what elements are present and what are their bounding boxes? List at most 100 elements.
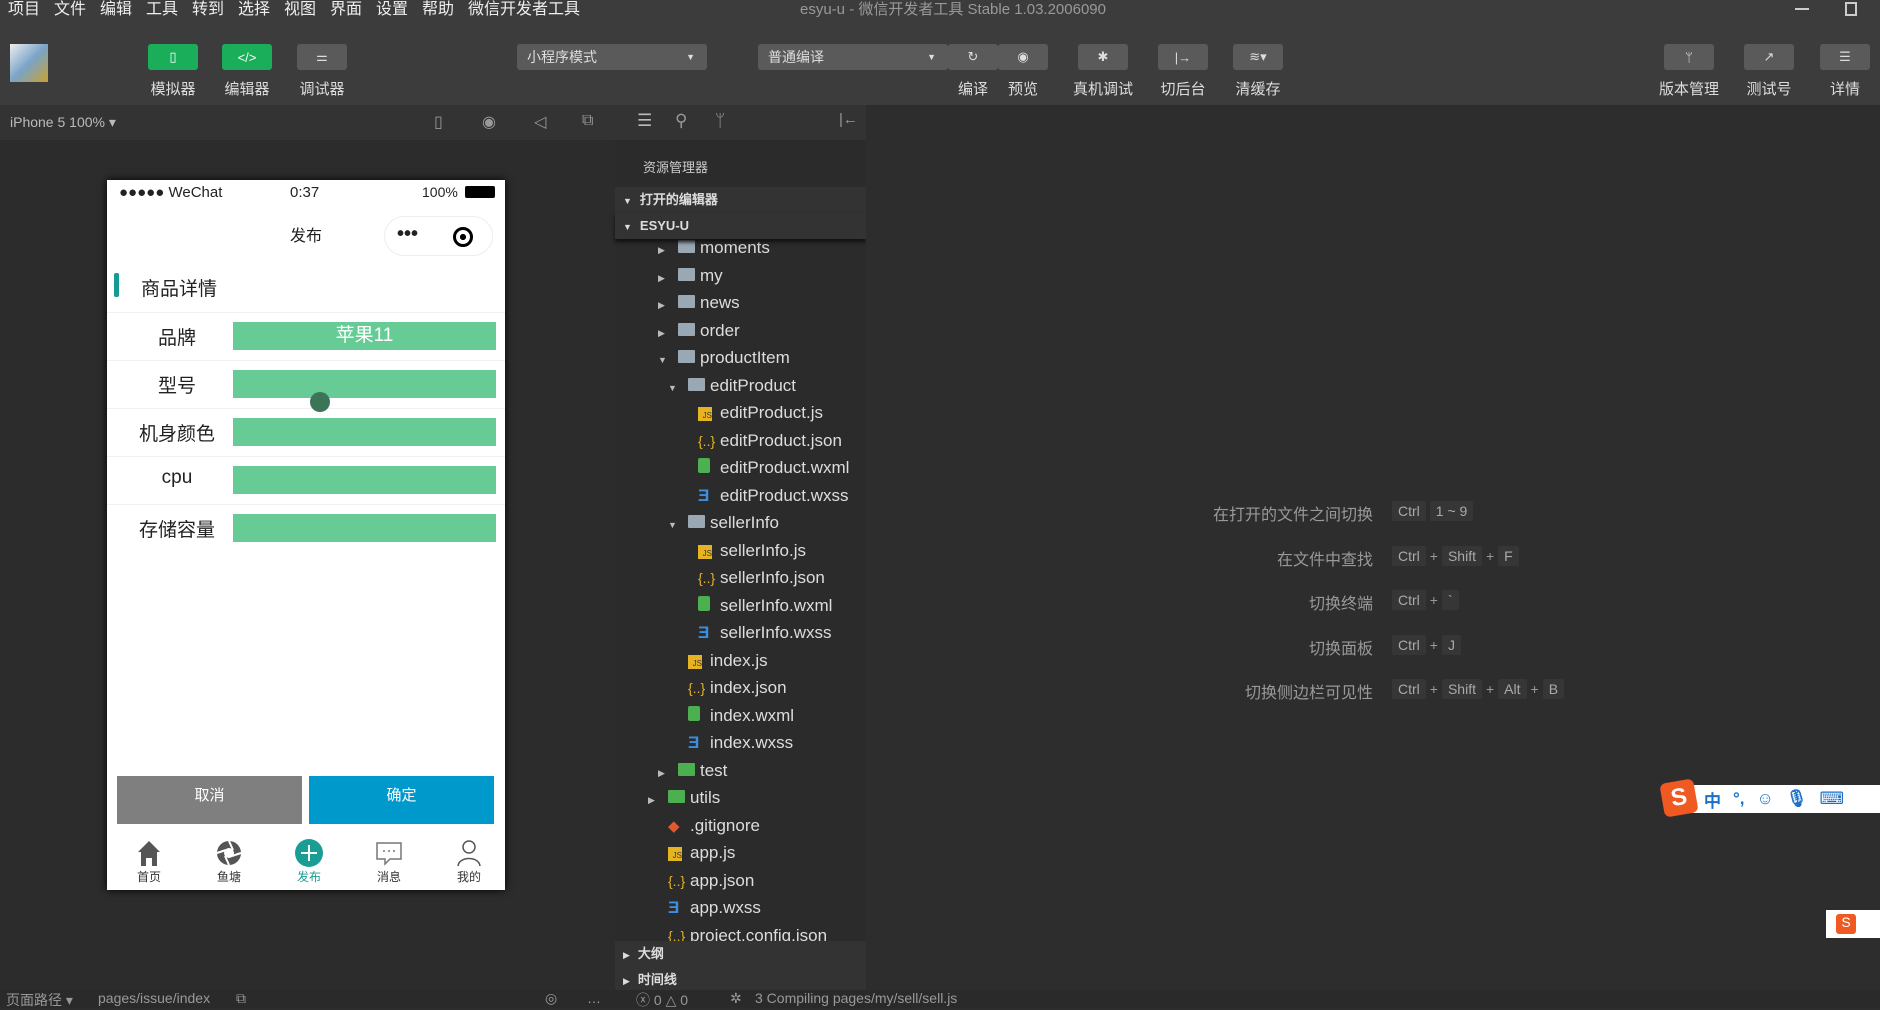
editor-button[interactable]: </> [222,44,272,70]
details-button[interactable]: ☰ [1820,44,1870,70]
tree-folder[interactable]: ▶ utils [648,784,720,811]
field-input[interactable] [233,466,496,494]
more-icon[interactable]: ••• [397,223,418,246]
tab-2[interactable]: 发布 [279,838,339,885]
record-icon[interactable]: ◉ [482,112,496,132]
more-icon[interactable]: … [587,990,601,1006]
tree-item-label: news [700,293,740,312]
background-button[interactable]: |→ [1158,44,1208,70]
menu-item[interactable]: 编辑 [100,0,132,20]
tree-folder[interactable]: ▼ sellerInfo [668,509,779,536]
search-icon[interactable]: ⚲ [675,111,687,131]
emoji-icon: ☺ [1756,789,1774,808]
menu-item[interactable]: 微信开发者工具 [468,0,580,20]
copy-icon[interactable]: ⧉ [236,990,246,1007]
sogou-logo-icon: S [1659,778,1699,818]
tree-file[interactable]: JS app.js [648,839,735,866]
tree-file[interactable]: JS sellerInfo.js [678,537,806,564]
tree-file[interactable]: index.wxml [668,702,794,729]
field-input[interactable] [233,418,496,446]
tree-file[interactable]: JS editProduct.js [678,399,823,426]
compile-mode-select[interactable]: 普通编译 ▼ [758,44,948,70]
tree-file[interactable]: {..} app.json [648,867,754,894]
tree-file[interactable]: ƎsellerInfo.wxss [678,619,831,646]
open-editors-section[interactable]: ▼ 打开的编辑器 [615,187,866,213]
tree-file[interactable]: Ǝapp.wxss [648,894,761,921]
key-cap: Alt [1498,679,1527,699]
menu-item[interactable]: 设置 [376,0,408,20]
field-label: cpu [161,467,193,488]
caret-down-icon: ▼ [927,52,936,62]
avatar[interactable] [10,44,48,82]
compile-button[interactable]: ↻ [948,44,998,70]
tree-folder[interactable]: ▶ news [658,289,740,316]
tree-folder[interactable]: ▶ my [658,262,723,289]
window-title: esyu-u - 微信开发者工具 Stable 1.03.2006090 [800,1,1106,18]
switch-icon: |→ [1174,49,1192,65]
tab-4[interactable]: 我的 [439,838,499,885]
tab-1[interactable]: 鱼塘 [199,838,259,885]
tab-3[interactable]: 消息 [359,838,419,885]
close-target-icon[interactable] [453,227,473,247]
eye-icon[interactable]: ◎ [545,990,557,1007]
menu-item[interactable]: 帮助 [422,0,454,20]
list-icon[interactable]: ☰ [637,111,652,131]
ime-punct: °, [1733,789,1745,808]
speaker-icon[interactable]: ◁ [534,112,546,132]
preview-button[interactable]: ◉ [998,44,1048,70]
confirm-button[interactable]: 确定 [309,776,494,824]
mode-select[interactable]: 小程序模式 ▼ [517,44,707,70]
menu-item[interactable]: 文件 [54,0,86,20]
aperture-icon [216,840,242,866]
test-account-button[interactable]: ↗ [1744,44,1794,70]
cancel-button[interactable]: 取消 [117,776,302,824]
menu-item[interactable]: 选择 [238,0,270,20]
tree-file[interactable]: editProduct.wxml [678,454,849,481]
field-input[interactable]: 苹果11 [233,322,496,350]
timeline-section[interactable]: ▶ 时间线 [615,967,866,990]
field-input[interactable] [233,370,496,398]
tab-0[interactable]: 首页 [119,838,179,885]
branch-icon[interactable]: ᛘ [715,111,725,131]
tree-folder[interactable]: ▼ editProduct [668,372,796,399]
device-select[interactable]: iPhone 5 100% ▾ [10,114,116,131]
simulator-button[interactable]: ▯ [148,44,198,70]
tree-folder[interactable]: ▶ order [658,317,740,344]
phone-icon[interactable]: ▯ [434,112,443,132]
project-section[interactable]: ▼ ESYU-U [615,213,866,239]
tree-file[interactable]: sellerInfo.wxml [678,592,832,619]
menu-item[interactable]: 项目 [8,0,40,20]
menu-item[interactable]: 视图 [284,0,316,20]
tree-file[interactable]: Ǝindex.wxss [668,729,793,756]
tree-item-label: app.json [690,870,755,890]
menu-item[interactable]: 界面 [330,0,362,20]
menu-item[interactable]: 转到 [192,0,224,20]
shortcut-keys: Ctrl + J [1392,634,1465,655]
minimize-button[interactable] [1795,8,1809,10]
remote-debug-button[interactable]: ✱ [1078,44,1128,70]
tree-file[interactable]: JS index.js [668,647,768,674]
field-input[interactable] [233,514,496,542]
page-path-select[interactable]: 页面路径 ▾ [6,990,73,1010]
ime-mini-icon[interactable]: S [1826,910,1880,938]
ime-toolbar[interactable]: S 中 °, ☺ 🎙 ⌨ [1659,778,1880,818]
problems[interactable]: ⓧ 0 △ 0 [636,990,688,1010]
chevron-down-icon: ▼ [668,382,677,393]
version-button[interactable]: ᛘ [1664,44,1714,70]
clear-cache-button[interactable]: ≋▾ [1233,44,1283,70]
home-icon [138,841,160,866]
capsule-menu[interactable]: ••• [384,216,493,256]
tree-file[interactable]: {..} index.json [668,674,787,701]
tree-file[interactable]: ƎeditProduct.wxss [678,482,849,509]
outline-section[interactable]: ▶ 大纲 [615,941,866,967]
window-icon[interactable]: ⧉ [582,112,593,130]
debugger-button[interactable]: ⚌ [297,44,347,70]
maximize-button[interactable] [1845,2,1857,16]
tree-file[interactable]: {..} editProduct.json [678,427,842,454]
tree-file[interactable]: {..} sellerInfo.json [678,564,825,591]
collapse-sidebar-icon[interactable]: |← [839,111,858,128]
tree-folder[interactable]: ▶ test [658,757,727,784]
menu-item[interactable]: 工具 [146,0,178,20]
tree-folder[interactable]: ▼ productItem [658,344,790,371]
tree-file[interactable]: ◆ .gitignore [648,812,760,839]
